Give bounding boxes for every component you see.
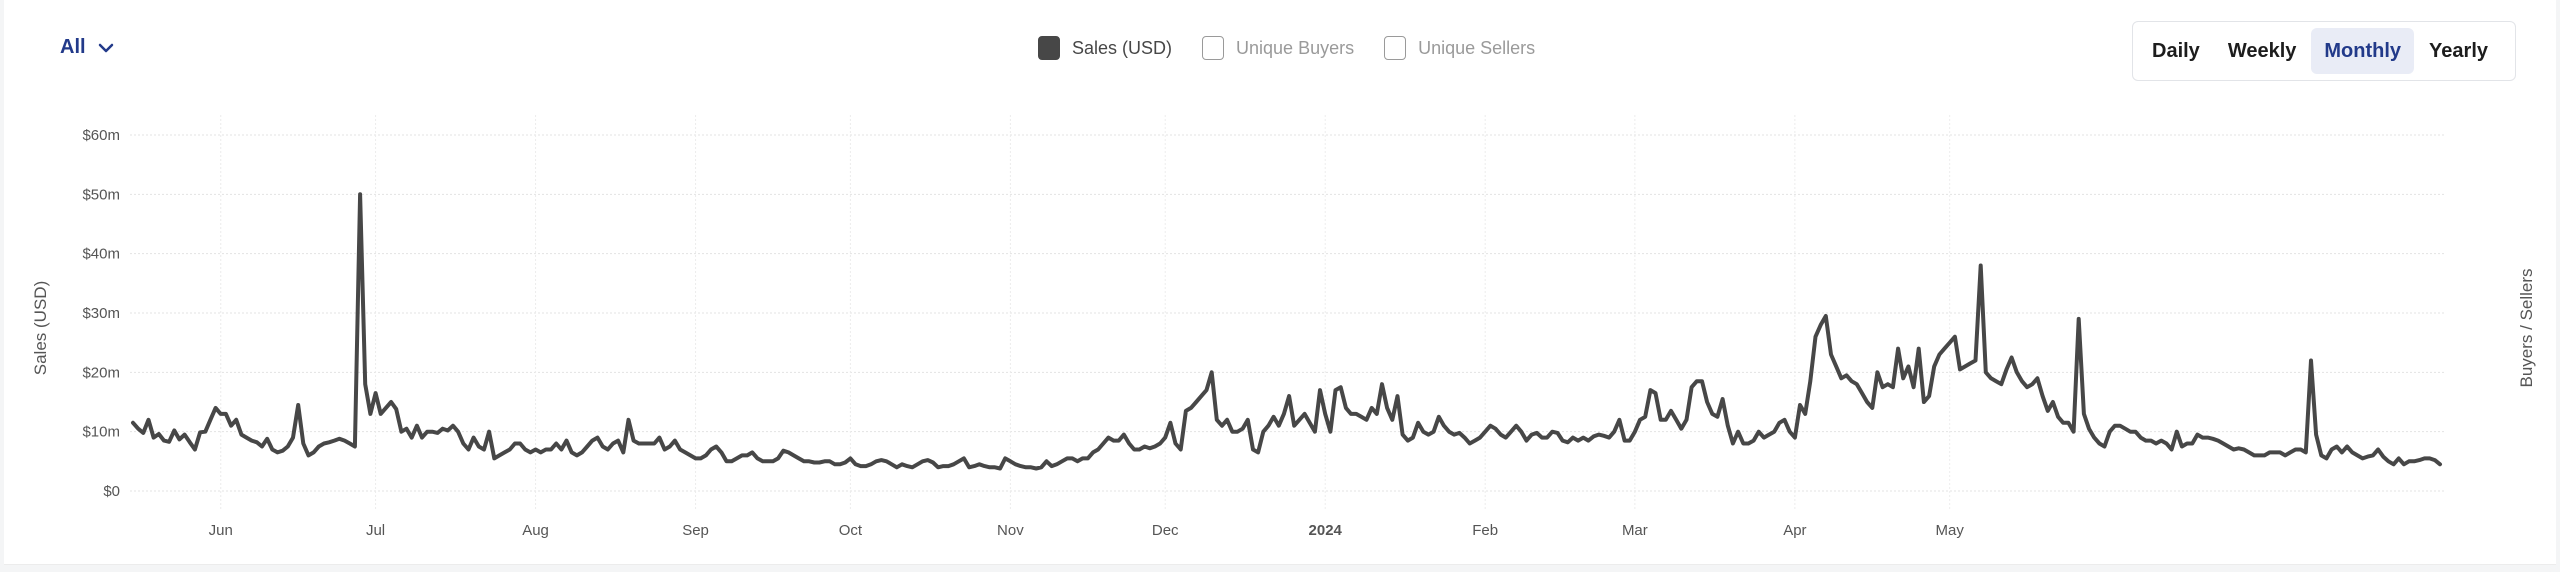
x-tick-label: 2024: [1309, 522, 1343, 539]
y-tick-labels: $0 $10m $20m $30m $40m $50m $60m: [82, 127, 120, 500]
x-tick-label: Jul: [366, 522, 385, 539]
sales-series-line: [131, 192, 2442, 471]
x-tick-label: Oct: [839, 522, 863, 539]
y-axis-title: Sales (USD): [31, 281, 50, 375]
x-tick-label: Sep: [682, 522, 709, 539]
y-tick-label: $50m: [82, 186, 120, 203]
sales-chart: $0 $10m $20m $30m $40m $50m $60m Jun Jul Aug Sep O…: [31, 115, 2536, 539]
x-tick-label: Aug: [522, 522, 549, 539]
x-tick-label: Mar: [1622, 522, 1648, 539]
x-tick-label: Feb: [1472, 522, 1498, 539]
y-tick-label: $60m: [82, 127, 120, 144]
x-tick-label: May: [1936, 522, 1965, 539]
y-tick-label: $40m: [82, 246, 120, 263]
y-gridlines: [130, 134, 2445, 492]
y-tick-label: $30m: [82, 305, 120, 322]
x-tick-label: Dec: [1152, 522, 1179, 539]
x-tick-label: Apr: [1783, 522, 1806, 539]
y2-axis-title: Buyers / Sellers: [2517, 268, 2536, 387]
x-tick-labels: Jun Jul Aug Sep Oct Nov Dec 2024 Feb Mar Apr May: [209, 522, 1965, 539]
y-tick-label: $10m: [82, 424, 120, 441]
y-tick-label: $0: [103, 483, 120, 500]
x-tick-label: Jun: [209, 522, 233, 539]
x-tick-label: Nov: [997, 522, 1024, 539]
y-tick-label: $20m: [82, 364, 120, 381]
